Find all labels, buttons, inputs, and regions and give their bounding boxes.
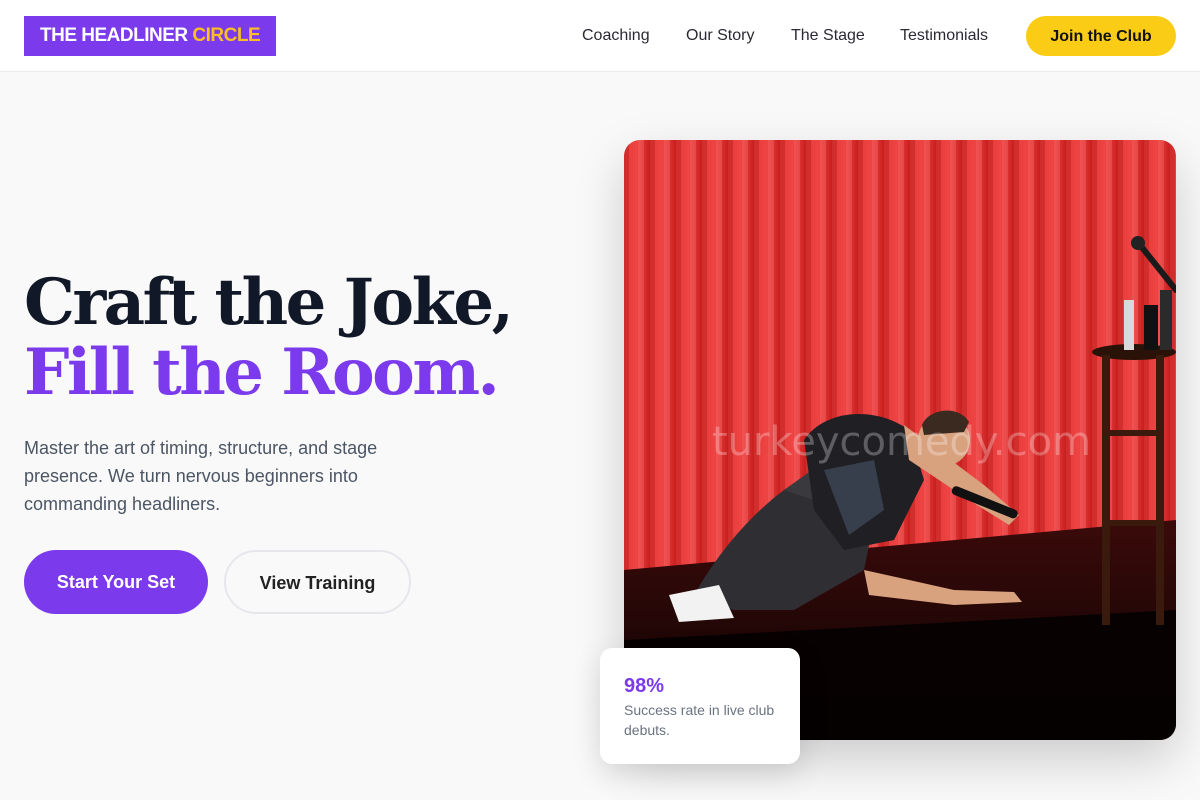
brand-name: THE HEADLINER: [40, 25, 188, 46]
nav-link-testimonials[interactable]: Testimonials: [900, 0, 988, 72]
brand-name-accent: CIRCLE: [192, 25, 261, 46]
stat-label: Success rate in live club debuts.: [624, 702, 775, 738]
headline-line-1: Craft the Joke,: [24, 265, 514, 340]
view-training-button[interactable]: View Training: [224, 550, 411, 614]
hero-headline: Craft the Joke, Fill the Room.: [24, 265, 514, 410]
brand-logo[interactable]: THE HEADLINER CIRCLE: [24, 16, 277, 56]
join-club-button[interactable]: Join the Club: [1026, 16, 1176, 56]
nav-link-our-story[interactable]: Our Story: [686, 0, 754, 72]
nav-link-the-stage[interactable]: The Stage: [791, 0, 865, 72]
success-stat-card: 98% Success rate in live club debuts.: [600, 648, 800, 764]
stat-value: 98%: [624, 675, 665, 697]
image-watermark: turkeycomedy.com: [712, 419, 1091, 465]
hero-description: Master the art of timing, structure, and…: [24, 438, 378, 514]
start-your-set-button[interactable]: Start Your Set: [24, 550, 208, 614]
headline-line-2: Fill the Room.: [24, 335, 500, 410]
site-header: THE HEADLINER CIRCLE Coaching Our Story …: [0, 0, 1200, 72]
nav-link-coaching[interactable]: Coaching: [582, 0, 650, 72]
